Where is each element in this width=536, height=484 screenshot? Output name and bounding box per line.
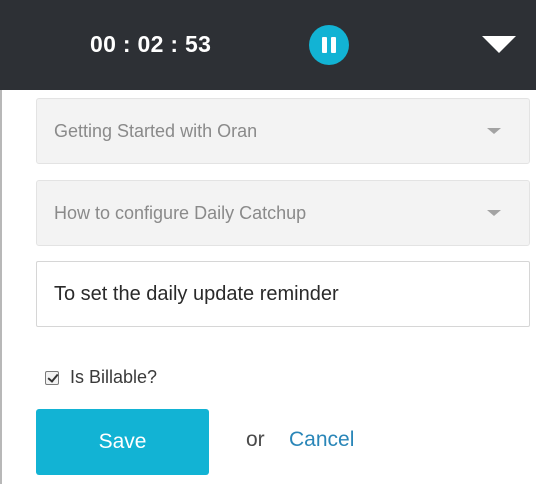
elapsed-time: 00 : 02 : 53 bbox=[90, 31, 212, 57]
pause-icon-bar bbox=[331, 37, 336, 53]
left-divider bbox=[0, 90, 2, 484]
task-select-value: How to configure Daily Catchup bbox=[54, 203, 307, 223]
task-select[interactable]: How to configure Daily Catchup bbox=[36, 180, 530, 246]
checkmark-icon bbox=[47, 371, 59, 383]
billable-label[interactable]: Is Billable? bbox=[70, 364, 157, 390]
timer-bar: 00 : 02 : 53 bbox=[0, 0, 536, 90]
cancel-link[interactable]: Cancel bbox=[289, 425, 354, 455]
caret-down-icon[interactable] bbox=[482, 36, 516, 53]
project-select[interactable]: Getting Started with Oran bbox=[36, 98, 530, 164]
pause-icon bbox=[322, 37, 327, 53]
pause-button[interactable] bbox=[309, 25, 349, 65]
description-input[interactable]: To set the daily update reminder bbox=[36, 261, 530, 327]
chevron-down-icon bbox=[487, 210, 501, 216]
project-select-value: Getting Started with Oran bbox=[54, 121, 258, 141]
billable-checkbox[interactable] bbox=[45, 371, 59, 385]
save-button[interactable]: Save bbox=[36, 409, 209, 475]
or-separator: or bbox=[246, 428, 265, 451]
chevron-down-icon bbox=[487, 128, 501, 134]
